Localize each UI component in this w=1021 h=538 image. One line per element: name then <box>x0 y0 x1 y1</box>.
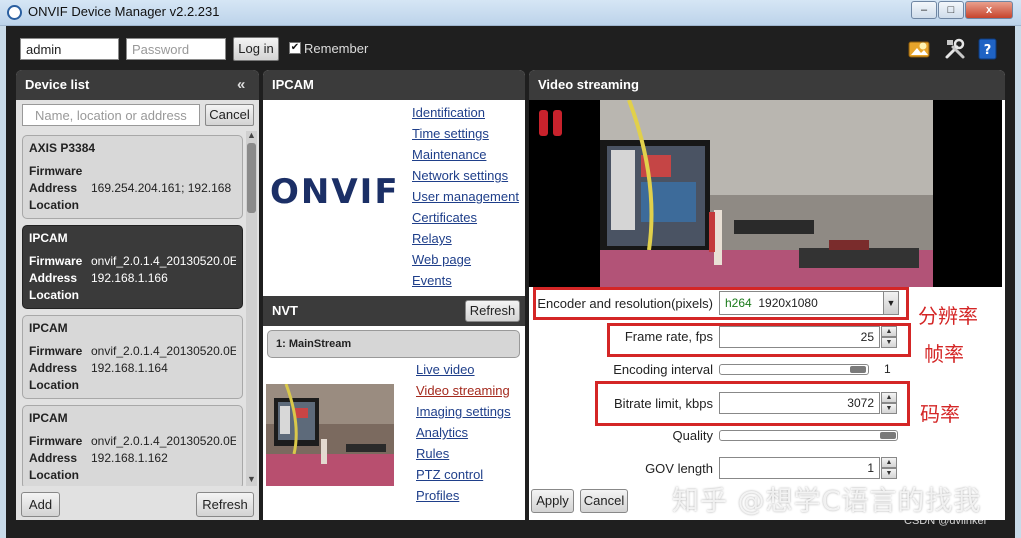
device-field-label: Address <box>29 271 78 285</box>
app-icon <box>7 5 22 20</box>
scroll-up-icon[interactable]: ▲ <box>246 130 257 142</box>
login-input[interactable]: admin <box>20 38 119 60</box>
scroll-down-icon[interactable]: ▼ <box>246 474 257 486</box>
device-firmware: onvif_2.0.1.4_20130520.0E <box>91 434 236 448</box>
svg-text:?: ? <box>984 43 992 58</box>
link-analytics[interactable]: Analytics <box>416 425 468 440</box>
window-title: ONVIF Device Manager v2.2.231 <box>28 4 220 19</box>
link-web-page[interactable]: Web page <box>412 252 471 267</box>
link-time-settings[interactable]: Time settings <box>412 126 489 141</box>
login-button[interactable]: Log in <box>233 37 279 61</box>
device-field-label: Address <box>29 451 78 465</box>
event-icon[interactable] <box>907 37 931 61</box>
device-field-label: Firmware <box>29 344 83 358</box>
link-relays[interactable]: Relays <box>412 231 452 246</box>
annotation-box-framerate <box>607 323 911 357</box>
link-certificates[interactable]: Certificates <box>412 210 477 225</box>
device-firmware: onvif_2.0.1.4_20130520.0E <box>91 254 236 268</box>
device-field-label: Location <box>29 288 79 302</box>
device-address: 192.168.1.164 <box>91 361 168 375</box>
remember-label: Remember <box>304 41 369 56</box>
link-live-video[interactable]: Live video <box>416 362 475 377</box>
quality-slider[interactable] <box>719 430 898 441</box>
device-firmware: onvif_2.0.1.4_20130520.0E <box>91 344 236 358</box>
device-list: AXIS P3384 Firmware Address 169.254.204.1… <box>20 131 260 486</box>
device-field-label: Firmware <box>29 164 83 178</box>
gov-length-label: GOV length <box>645 461 713 476</box>
slider-thumb[interactable] <box>880 432 896 439</box>
device-address: 192.168.1.162 <box>91 451 168 465</box>
link-ptz-control[interactable]: PTZ control <box>416 467 483 482</box>
link-network-settings[interactable]: Network settings <box>412 168 508 183</box>
collapse-icon[interactable]: « <box>237 76 245 93</box>
device-field-label: Address <box>29 361 78 375</box>
device-name: IPCAM <box>29 411 68 425</box>
device-name: AXIS P3384 <box>29 141 96 155</box>
encoding-interval-value: 1 <box>884 362 891 376</box>
settings-tools-icon[interactable] <box>943 37 967 61</box>
device-search-input[interactable]: Name, location or address <box>22 104 200 126</box>
video-streaming-title: Video streaming <box>529 70 1005 100</box>
device-field-label: Location <box>29 198 79 212</box>
slider-thumb[interactable] <box>850 366 866 373</box>
link-events[interactable]: Events <box>412 273 452 288</box>
csdn-watermark: CSDN @dvlinker <box>904 515 988 527</box>
annotation-resolution: 分辨率 <box>918 304 978 328</box>
encoding-interval-slider[interactable] <box>719 364 869 375</box>
password-input[interactable]: Password <box>126 38 226 60</box>
spin-down-icon[interactable]: ▼ <box>881 468 897 479</box>
pause-icon[interactable] <box>538 109 564 137</box>
maximize-button[interactable]: □ <box>938 1 964 19</box>
stream-thumbnail <box>266 384 394 486</box>
device-address: 192.168.1.166 <box>91 271 168 285</box>
link-imaging-settings[interactable]: Imaging settings <box>416 404 511 419</box>
annotation-box-resolution <box>533 287 909 320</box>
remember-checkbox[interactable]: ✔ <box>289 42 301 54</box>
device-item-selected[interactable]: IPCAM Firmware onvif_2.0.1.4_20130520.0E … <box>22 225 243 309</box>
link-user-management[interactable]: User management <box>412 189 519 204</box>
device-item[interactable]: IPCAM Firmware onvif_2.0.1.4_20130520.0E … <box>22 315 243 399</box>
link-profiles[interactable]: Profiles <box>416 488 459 503</box>
nvt-refresh-button[interactable]: Refresh <box>465 300 520 322</box>
link-video-streaming[interactable]: Video streaming <box>416 383 510 398</box>
minimize-button[interactable]: – <box>911 1 937 19</box>
search-cancel-button[interactable]: Cancel <box>205 104 254 126</box>
device-name: IPCAM <box>29 231 68 245</box>
cancel-button[interactable]: Cancel <box>580 489 628 513</box>
device-item[interactable]: IPCAM Firmware onvif_2.0.1.4_20130520.0E … <box>22 405 243 486</box>
annotation-box-bitrate <box>595 381 910 426</box>
annotation-bitrate: 码率 <box>920 402 960 426</box>
link-maintenance[interactable]: Maintenance <box>412 147 486 162</box>
link-identification[interactable]: Identification <box>412 105 485 120</box>
onvif-logo: ONVIF <box>270 172 400 212</box>
annotation-framerate: 帧率 <box>924 342 964 366</box>
help-icon[interactable]: ? <box>976 37 1000 61</box>
apply-button[interactable]: Apply <box>531 489 574 513</box>
watermark-text: 知乎 @想学C语言的找我 <box>672 486 982 517</box>
add-device-button[interactable]: Add <box>21 492 60 517</box>
device-item[interactable]: AXIS P3384 Firmware Address 169.254.204.1… <box>22 135 243 219</box>
encoding-interval-label: Encoding interval <box>613 362 713 377</box>
gov-length-input[interactable]: 1 <box>719 457 880 479</box>
device-field-label: Address <box>29 181 78 195</box>
stream-selector[interactable]: 1: MainStream <box>267 330 520 358</box>
device-field-label: Location <box>29 468 79 482</box>
live-video-view <box>529 100 1002 287</box>
ipcam-title: IPCAM <box>263 70 525 100</box>
device-field-label: Location <box>29 378 79 392</box>
device-list-title: Device list <box>16 70 259 100</box>
scrollbar-thumb[interactable] <box>247 143 256 213</box>
device-address: 169.254.204.161; 192.168 <box>91 181 232 195</box>
device-field-label: Firmware <box>29 254 83 268</box>
spin-up-icon[interactable]: ▲ <box>881 457 897 468</box>
quality-label: Quality <box>672 428 713 443</box>
device-field-label: Firmware <box>29 434 83 448</box>
link-rules[interactable]: Rules <box>416 446 449 461</box>
close-button[interactable]: x <box>965 1 1013 19</box>
device-name: IPCAM <box>29 321 68 335</box>
device-refresh-button[interactable]: Refresh <box>196 492 254 517</box>
